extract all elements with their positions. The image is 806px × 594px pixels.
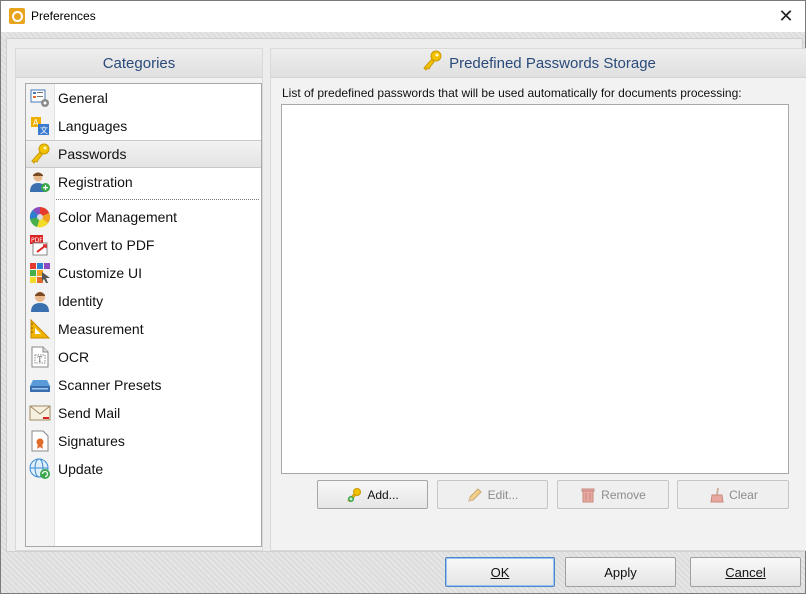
window-title: Preferences <box>31 9 96 23</box>
customize-ui-icon <box>29 262 51 284</box>
category-label: Color Management <box>58 209 178 225</box>
category-label: General <box>58 90 108 106</box>
category-update[interactable]: Update <box>26 455 261 483</box>
svg-text:T: T <box>38 356 43 364</box>
user-icon <box>29 290 51 312</box>
category-label: Languages <box>58 118 128 134</box>
ok-button-label: OK <box>490 564 510 580</box>
broom-icon <box>708 487 724 503</box>
mail-icon <box>29 402 51 424</box>
category-identity[interactable]: Identity <box>26 287 261 315</box>
remove-password-button[interactable]: Remove <box>557 480 669 509</box>
close-button[interactable]: ✕ <box>771 1 801 31</box>
app-icon <box>9 8 25 24</box>
category-passwords[interactable]: Passwords <box>26 140 261 168</box>
category-separator <box>56 199 259 200</box>
clear-button-label: Clear <box>729 487 758 502</box>
cancel-button-label: Cancel <box>725 564 766 580</box>
edit-password-button[interactable]: Edit... <box>437 480 548 509</box>
ruler-triangle-icon <box>29 318 51 340</box>
category-general[interactable]: General <box>26 84 261 112</box>
passwords-panel-header: Predefined Passwords Storage <box>271 49 806 78</box>
category-label: Send Mail <box>58 405 121 421</box>
key-icon <box>29 143 51 165</box>
apply-button-label: Apply <box>604 564 637 580</box>
category-label: Convert to PDF <box>58 237 155 253</box>
globe-update-icon <box>29 458 51 480</box>
pencil-icon <box>467 487 483 503</box>
category-label: Scanner Presets <box>58 377 162 393</box>
category-measurement[interactable]: Measurement <box>26 315 261 343</box>
remove-button-label: Remove <box>601 487 646 502</box>
signature-icon <box>29 430 51 452</box>
clear-passwords-button[interactable]: Clear <box>677 480 789 509</box>
content-frame: Categories General A文 Languages Password… <box>6 38 806 552</box>
category-label: Passwords <box>58 146 127 162</box>
cancel-button[interactable]: Cancel <box>690 557 801 587</box>
key-icon <box>421 50 443 76</box>
category-label: Identity <box>58 293 104 309</box>
category-label: OCR <box>58 349 90 365</box>
title-bar: Preferences ✕ <box>1 1 805 32</box>
languages-icon: A文 <box>29 115 51 137</box>
passwords-list[interactable] <box>281 104 789 474</box>
general-settings-icon <box>29 87 51 109</box>
scanner-icon <box>29 374 51 396</box>
categories-header: Categories <box>16 49 262 78</box>
category-label: Customize UI <box>58 265 143 281</box>
preferences-window: Preferences ✕ Categories General A 文 Lan… <box>0 0 806 594</box>
categories-panel: Categories General A文 Languages Password… <box>15 48 263 551</box>
dialog-body: Categories General A文 Languages Password… <box>1 32 806 593</box>
category-label: Update <box>58 461 104 477</box>
passwords-panel-title: Predefined Passwords Storage <box>449 54 656 72</box>
categories-list: General A文 Languages Passwords Registrat… <box>25 83 262 547</box>
category-color-management[interactable]: Color Management <box>26 203 261 231</box>
add-button-label: Add... <box>367 487 399 502</box>
edit-button-label: Edit... <box>487 487 519 502</box>
category-languages[interactable]: A文 Languages <box>26 112 261 140</box>
category-convert-to-pdf[interactable]: PDF Convert to PDF <box>26 231 261 259</box>
category-signatures[interactable]: Signatures <box>26 427 261 455</box>
category-scanner-presets[interactable]: Scanner Presets <box>26 371 261 399</box>
ocr-icon: T <box>29 346 51 368</box>
category-send-mail[interactable]: Send Mail <box>26 399 261 427</box>
ok-button[interactable]: OK <box>445 557 555 587</box>
category-ocr[interactable]: T OCR <box>26 343 261 371</box>
category-customize-ui[interactable]: Customize UI <box>26 259 261 287</box>
category-label: Signatures <box>58 433 125 449</box>
category-label: Measurement <box>58 321 144 337</box>
pdf-convert-icon: PDF <box>29 234 51 256</box>
color-wheel-icon <box>29 206 51 228</box>
svg-text:文: 文 <box>40 125 48 135</box>
user-add-icon <box>29 171 51 193</box>
passwords-panel: Predefined Passwords Storage List of pre… <box>270 48 806 551</box>
category-label: Registration <box>58 174 133 190</box>
add-key-icon <box>346 487 362 503</box>
category-registration[interactable]: Registration <box>26 168 261 196</box>
trash-icon <box>580 487 596 503</box>
add-password-button[interactable]: Add... <box>317 480 428 509</box>
apply-button[interactable]: Apply <box>565 557 676 587</box>
passwords-description: List of predefined passwords that will b… <box>282 86 742 100</box>
